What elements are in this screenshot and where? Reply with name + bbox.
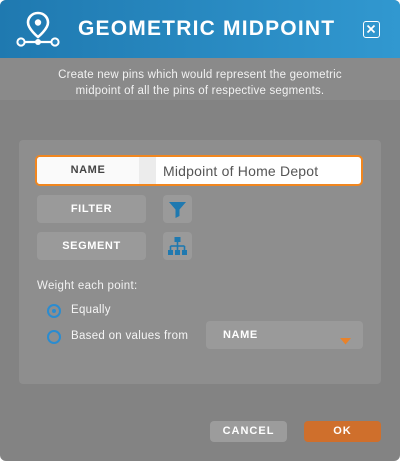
ok-button[interactable]: OK xyxy=(304,421,381,442)
filter-button[interactable]: FILTER xyxy=(37,195,146,223)
geometric-midpoint-dialog: GEOMETRIC MIDPOINT Create new pins which… xyxy=(0,0,400,461)
name-field-divider xyxy=(139,157,156,184)
radio-equally-label: Equally xyxy=(71,304,111,316)
select-value: NAME xyxy=(223,329,258,341)
dropdown-arrow-icon xyxy=(340,332,351,350)
radio-based-on-values-label: Based on values from xyxy=(71,330,189,342)
radio-button-selected[interactable] xyxy=(47,304,61,318)
radio-selected-dot xyxy=(52,309,56,313)
values-source-select[interactable]: NAME xyxy=(206,321,363,349)
cancel-button[interactable]: CANCEL xyxy=(210,421,287,442)
description-line-2: midpoint of all the pins of respective s… xyxy=(75,85,325,97)
name-field-group: NAME xyxy=(35,155,363,186)
midpoint-pin-icon xyxy=(14,10,62,50)
radio-based-on-values[interactable]: Based on values from xyxy=(47,329,202,345)
filter-icon-button[interactable] xyxy=(163,195,192,223)
segment-button[interactable]: SEGMENT xyxy=(37,232,146,260)
description-line-1: Create new pins which would represent th… xyxy=(58,69,342,81)
dialog-title: GEOMETRIC MIDPOINT xyxy=(78,17,336,40)
settings-panel: NAME FILTER SEGMENT xyxy=(19,140,381,384)
segment-icon-button[interactable] xyxy=(163,232,192,260)
weight-label: Weight each point: xyxy=(37,280,138,292)
dialog-description: Create new pins which would represent th… xyxy=(0,58,400,100)
close-button[interactable] xyxy=(363,21,380,38)
name-input[interactable] xyxy=(163,157,359,184)
name-field-label: NAME xyxy=(37,157,139,184)
radio-equally[interactable]: Equally xyxy=(47,303,167,319)
dialog-header: GEOMETRIC MIDPOINT xyxy=(0,0,400,58)
radio-button-unselected[interactable] xyxy=(47,330,61,344)
